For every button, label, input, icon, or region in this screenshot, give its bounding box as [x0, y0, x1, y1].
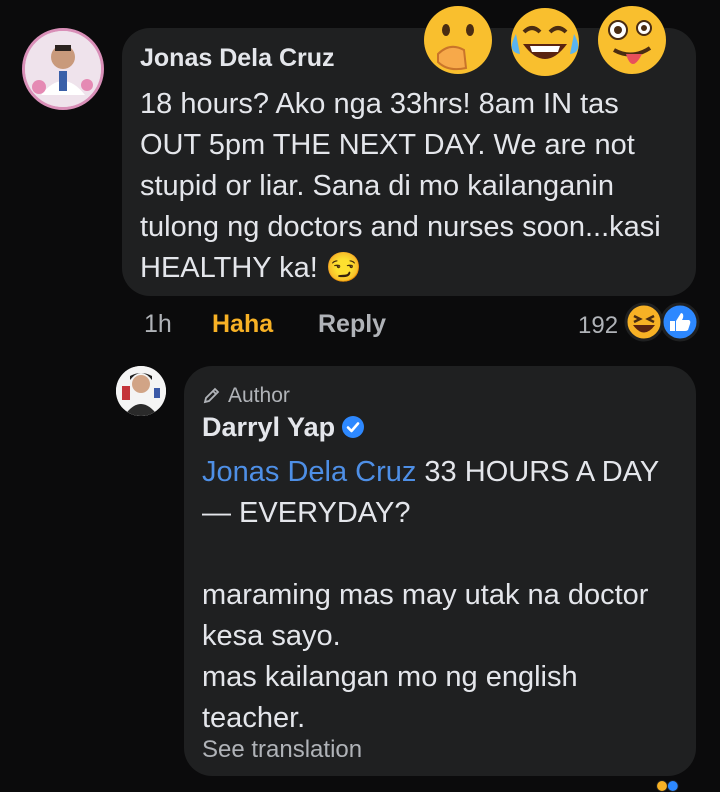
- zany-face-emoji-icon: [598, 6, 666, 74]
- tears-of-joy-emoji-icon: [511, 8, 579, 76]
- reaction-summary[interactable]: [624, 302, 704, 342]
- comment-timestamp: 1h: [144, 310, 172, 338]
- verified-badge-icon: [342, 416, 365, 438]
- like-reaction-icon: [660, 302, 700, 342]
- overlay-emoji-strip: [424, 6, 666, 76]
- author-avatar[interactable]: [116, 366, 166, 416]
- author-badge: Author: [202, 384, 290, 408]
- haha-reaction-icon: [624, 302, 664, 342]
- reply-line-1: Jonas Dela Cruz 33 HOURS A DAY— EVERYDAY…: [202, 452, 682, 534]
- reply-text: Jonas Dela Cruz 33 HOURS A DAY— EVERYDAY…: [202, 452, 682, 739]
- see-translation-link[interactable]: See translation: [202, 736, 362, 764]
- mention-link[interactable]: Jonas Dela Cruz: [202, 456, 416, 488]
- comment-text: 18 hours? Ako nga 33hrs! 8am IN tas OUT …: [140, 88, 661, 284]
- reply-author-name[interactable]: Darryl Yap: [202, 412, 335, 442]
- reaction-count[interactable]: 192: [578, 312, 618, 340]
- reply-line-2: maraming mas may utak na doctor kesa say…: [202, 579, 649, 652]
- hand-over-mouth-emoji-icon: [424, 6, 492, 74]
- reply-button[interactable]: Reply: [318, 310, 386, 339]
- reply-author-row: Darryl Yap: [202, 412, 365, 443]
- commenter-name[interactable]: Jonas Dela Cruz: [140, 44, 335, 73]
- haha-reaction-button[interactable]: Haha: [212, 310, 273, 339]
- pencil-icon: [203, 387, 220, 404]
- reply-reaction-summary[interactable]: [628, 780, 708, 792]
- reply-line-3: mas kailangan mo ng english teacher.: [202, 661, 578, 734]
- commenter-avatar[interactable]: [22, 28, 104, 110]
- author-badge-label: Author: [228, 384, 290, 407]
